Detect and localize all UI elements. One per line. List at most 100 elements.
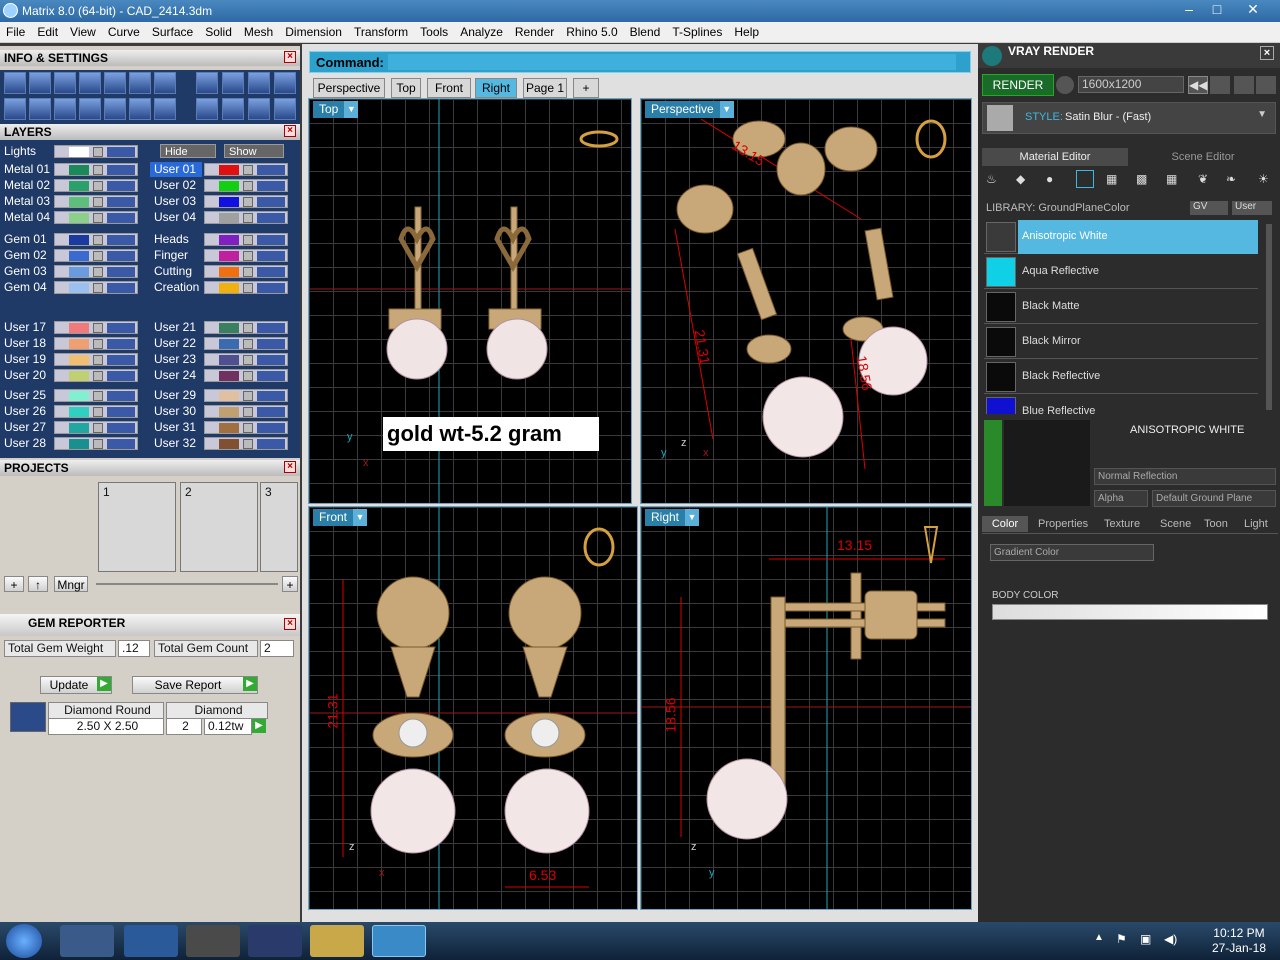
tab-front[interactable]: Front <box>427 78 471 98</box>
layer-row[interactable]: User 23 <box>150 352 296 367</box>
lock-icon[interactable] <box>93 165 103 175</box>
material-item[interactable]: Anisotropic White <box>984 220 1258 254</box>
layer-row[interactable]: Gem 04 <box>0 280 146 295</box>
tab-texture[interactable]: Texture <box>1104 516 1140 532</box>
search-icon[interactable] <box>29 72 51 94</box>
layer-color-swatch[interactable] <box>219 235 239 245</box>
matrix-icon[interactable] <box>248 925 302 957</box>
layer-controls[interactable] <box>204 265 288 278</box>
vray-taskbar-icon[interactable] <box>372 925 426 957</box>
layer-controls[interactable] <box>54 233 138 246</box>
paint-icon[interactable] <box>196 98 218 120</box>
layer-color-swatch[interactable] <box>69 197 89 207</box>
layer-controls[interactable] <box>204 281 288 294</box>
menu-view[interactable]: View <box>64 22 102 39</box>
ground-plane-select[interactable]: Default Ground Plane <box>1152 490 1276 507</box>
layer-controls[interactable] <box>54 421 138 434</box>
lock-icon[interactable] <box>93 323 103 333</box>
lights-control[interactable] <box>54 145 138 158</box>
lock-icon[interactable] <box>243 391 253 401</box>
hide-button[interactable]: Hide <box>160 144 216 158</box>
lock-icon[interactable] <box>243 283 253 293</box>
layer-visibility-toggle[interactable] <box>107 323 135 333</box>
lock-icon[interactable] <box>93 235 103 245</box>
layer-controls[interactable] <box>54 369 138 382</box>
lock-icon[interactable] <box>243 197 253 207</box>
layer-visibility-toggle[interactable] <box>257 423 285 433</box>
layer-color-swatch[interactable] <box>69 423 89 433</box>
layer-visibility-toggle[interactable] <box>257 407 285 417</box>
material-item[interactable]: Black Matte <box>984 290 1258 324</box>
layer-color-swatch[interactable] <box>219 165 239 175</box>
layer-row[interactable]: User 02 <box>150 178 296 193</box>
layer-color-swatch[interactable] <box>219 267 239 277</box>
layer-visibility-toggle[interactable] <box>257 235 285 245</box>
tab-color[interactable]: Color <box>982 516 1028 532</box>
layer-color-swatch[interactable] <box>69 439 89 449</box>
layer-row[interactable]: User 01 <box>150 162 296 177</box>
lock-icon[interactable] <box>93 391 103 401</box>
lock-icon[interactable] <box>93 213 103 223</box>
menu-file[interactable]: File <box>0 22 31 39</box>
tab-scene[interactable]: Scene <box>1160 516 1191 532</box>
lock-icon[interactable] <box>243 407 253 417</box>
lock-icon[interactable] <box>243 267 253 277</box>
minimize-button[interactable]: – <box>1174 0 1204 20</box>
network-icon[interactable]: ▣ <box>1140 932 1151 946</box>
layer-color-swatch[interactable] <box>219 423 239 433</box>
layer-color-swatch[interactable] <box>69 323 89 333</box>
layer-color-swatch[interactable] <box>219 213 239 223</box>
lock-icon[interactable] <box>93 197 103 207</box>
layer-color-swatch[interactable] <box>69 283 89 293</box>
project-cell[interactable]: 2 <box>180 482 258 572</box>
start-button[interactable] <box>6 924 42 958</box>
layer-controls[interactable] <box>54 179 138 192</box>
lock-icon[interactable] <box>243 423 253 433</box>
up-arrow-icon[interactable]: ↑ <box>28 576 48 592</box>
layer-visibility-toggle[interactable] <box>257 283 285 293</box>
layer-row[interactable]: User 19 <box>0 352 146 367</box>
layer-visibility-toggle[interactable] <box>107 439 135 449</box>
calculator-icon[interactable] <box>154 98 176 120</box>
snap-icon[interactable] <box>196 72 218 94</box>
layer-row[interactable]: User 29 <box>150 388 296 403</box>
manager-button[interactable]: Mngr <box>54 576 88 592</box>
layer-color-swatch[interactable] <box>219 355 239 365</box>
list-icon[interactable] <box>1234 76 1254 94</box>
layer-row[interactable]: Heads <box>150 232 296 247</box>
layer-row[interactable]: Gem 02 <box>0 248 146 263</box>
layer-row[interactable]: User 21 <box>150 320 296 335</box>
layer-row[interactable]: User 04 <box>150 210 296 225</box>
gem-row-play-icon[interactable]: ▶ <box>252 719 266 733</box>
viewport-right[interactable]: Right ▼ 13.15 18.56 z y <box>640 506 972 910</box>
layer-controls[interactable] <box>54 195 138 208</box>
body-color-gradient[interactable] <box>992 604 1268 620</box>
projects-slider[interactable] <box>96 583 278 585</box>
monitor-icon[interactable] <box>29 98 51 120</box>
layer-controls[interactable] <box>204 163 288 176</box>
grid-icon[interactable] <box>4 98 26 120</box>
lock-icon[interactable] <box>243 339 253 349</box>
layer-visibility-toggle[interactable] <box>257 371 285 381</box>
viewport-top[interactable]: Top ▼ gold wt-5.2 gram y x <box>308 98 632 504</box>
layer-visibility-toggle[interactable] <box>257 339 285 349</box>
tab-material-editor[interactable]: Material Editor <box>982 148 1128 166</box>
layer-color-swatch[interactable] <box>69 181 89 191</box>
menu-tools[interactable]: Tools <box>414 22 454 39</box>
layer-color-swatch[interactable] <box>69 251 89 261</box>
layer-visibility-toggle[interactable] <box>107 213 135 223</box>
layer-stack-icon[interactable] <box>54 72 76 94</box>
document-icon[interactable] <box>104 72 126 94</box>
tab-perspective[interactable]: Perspective <box>313 78 385 98</box>
layer-color-swatch[interactable] <box>219 371 239 381</box>
layer-color-swatch[interactable] <box>219 323 239 333</box>
lock-icon[interactable] <box>243 181 253 191</box>
menu-dimension[interactable]: Dimension <box>279 22 348 39</box>
lights-swatch[interactable] <box>69 147 89 157</box>
settings-icon[interactable] <box>4 72 26 94</box>
add-project-button[interactable]: + <box>4 576 24 592</box>
close-icon[interactable]: × <box>284 51 296 63</box>
layer-visibility-toggle[interactable] <box>107 423 135 433</box>
layer-visibility-toggle[interactable] <box>257 181 285 191</box>
menu-analyze[interactable]: Analyze <box>454 22 509 39</box>
